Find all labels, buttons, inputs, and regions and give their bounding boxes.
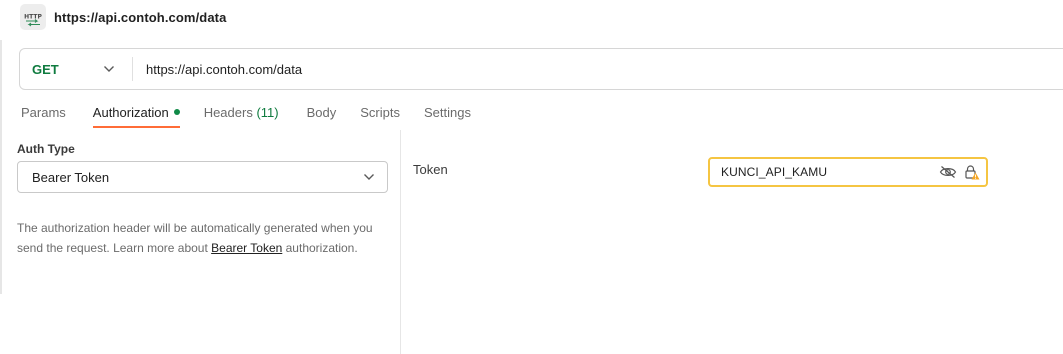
method-label: GET — [32, 61, 59, 77]
tab-label: Settings — [423, 105, 471, 120]
token-label: Token — [413, 162, 448, 177]
tab-settings[interactable]: Settings — [424, 100, 471, 128]
token-input[interactable]: KUNCI_API_KAMU — [708, 157, 988, 187]
tab-label: Authorization — [92, 105, 169, 120]
request-tabs: Params Authorization Headers (11) Body S… — [21, 100, 471, 130]
lock-warning-icon[interactable] — [964, 164, 980, 180]
auth-type-value: Bearer Token — [32, 169, 110, 185]
url-input[interactable]: https://api.contoh.com/data — [146, 62, 302, 77]
status-dot — [173, 109, 180, 115]
token-value: KUNCI_API_KAMU — [721, 165, 828, 179]
tab-label: Params — [21, 105, 66, 120]
url-bar: GET https://api.contoh.com/data — [19, 48, 1063, 90]
svg-text:HTTP: HTTP — [24, 14, 42, 21]
left-edge-divider — [0, 40, 2, 294]
bearer-token-link[interactable]: Bearer Token — [211, 241, 282, 255]
tab-authorization[interactable]: Authorization — [92, 100, 180, 128]
tab-params[interactable]: Params — [21, 100, 66, 128]
auth-type-label: Auth Type — [17, 142, 75, 156]
request-title[interactable]: https://api.contoh.com/data — [54, 10, 226, 25]
tab-label: Body — [306, 105, 337, 120]
chevron-down-icon — [364, 174, 374, 180]
tab-label: Headers — [203, 105, 253, 120]
auth-description-tail: authorization. — [282, 241, 358, 255]
request-title-row: HTTP https://api.contoh.com/data — [20, 4, 226, 30]
url-divider — [132, 57, 133, 81]
tab-scripts[interactable]: Scripts — [360, 100, 400, 128]
method-select[interactable]: GET — [20, 49, 132, 89]
tab-headers[interactable]: Headers (11) — [204, 100, 279, 128]
panel-divider — [400, 130, 401, 354]
tab-label: Scripts — [360, 105, 400, 120]
eye-off-icon[interactable] — [939, 165, 957, 179]
auth-type-select[interactable]: Bearer Token — [17, 161, 388, 193]
chevron-down-icon — [104, 66, 114, 72]
tab-body[interactable]: Body — [307, 100, 337, 128]
tab-count: (11) — [256, 105, 279, 120]
http-icon: HTTP — [20, 4, 46, 30]
auth-description: The authorization header will be automat… — [17, 218, 392, 258]
